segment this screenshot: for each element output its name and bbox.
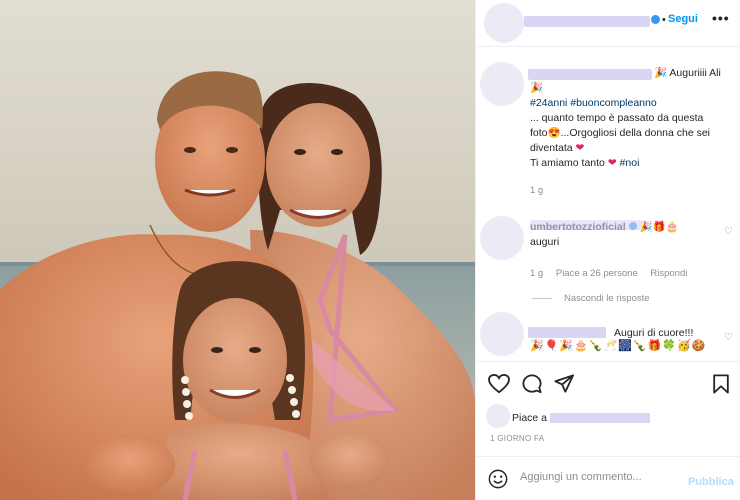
add-comment-bar: Pubblica xyxy=(476,456,740,500)
comment-1-likes-link[interactable]: Piace a 26 persone xyxy=(556,268,638,279)
follow-button[interactable]: Segui xyxy=(668,13,698,25)
post-caption: 🎉 Auguriiii Ali 🎉 #24anni #buoncompleann… xyxy=(530,66,735,198)
like-heart-icon[interactable] xyxy=(488,374,510,394)
cake-icon: 🎂 xyxy=(665,221,679,233)
save-bookmark-icon[interactable] xyxy=(712,374,730,394)
caption-line2-rest: ...Orgogliosi della donna che sei xyxy=(560,127,711,139)
post-actions-bar xyxy=(476,361,740,407)
caption-line2: foto xyxy=(530,127,548,139)
red-heart-icon: ❤ xyxy=(575,142,585,154)
caption-line4: Ti amiamo tanto xyxy=(530,157,605,169)
comment-2-text: Auguri di cuore!!! xyxy=(614,327,694,339)
family-beach-photo xyxy=(0,0,475,500)
post-timestamp: 1 GIORNO FA xyxy=(490,434,545,443)
comment-username-redacted xyxy=(530,220,642,230)
add-comment-input[interactable] xyxy=(520,471,680,483)
author-avatar[interactable] xyxy=(484,3,524,43)
likes-redacted xyxy=(549,413,650,424)
author-username-redacted[interactable] xyxy=(524,16,650,27)
comment-1-like-heart-icon[interactable]: ♡ xyxy=(724,226,733,237)
comment-avatar[interactable] xyxy=(480,216,524,260)
caption-line3: diventata xyxy=(530,142,573,154)
caption-line1: ... quanto tempo è passato da questa xyxy=(530,112,704,124)
share-send-icon[interactable] xyxy=(554,374,574,394)
party-popper-icon: 🎉 xyxy=(654,67,668,79)
verified-badge-icon xyxy=(651,15,660,24)
emoji-smiley-icon[interactable] xyxy=(488,469,508,489)
liker-avatar[interactable] xyxy=(486,404,510,428)
publish-button[interactable]: Pubblica xyxy=(688,476,734,488)
hide-replies-link[interactable]: Nascondi le risposte xyxy=(532,293,650,304)
comment-1-reply-button[interactable]: Rispondi xyxy=(650,268,687,279)
caption-hashtags[interactable]: #24anni #buoncompleanno xyxy=(530,97,657,109)
comment-2-emoji-row: 🎉🎈🎉🎂🍾🥂🎆🍾🎁🍀🥳🍪 xyxy=(530,340,707,352)
post-header: • Segui ••• xyxy=(476,0,740,47)
more-options-icon[interactable]: ••• xyxy=(712,10,730,26)
post-photo[interactable] xyxy=(0,0,475,500)
comment-2-like-heart-icon[interactable]: ♡ xyxy=(724,332,733,343)
heart-eyes-icon: 😍 xyxy=(547,127,561,139)
likes-summary: Piace a xyxy=(476,402,740,432)
comments-scroll-area[interactable]: 🎉 Auguriiii Ali 🎉 #24anni #buoncompleann… xyxy=(476,48,740,360)
likes-prefix: Piace a xyxy=(512,412,548,424)
red-heart-icon: ❤ xyxy=(607,157,617,169)
comment-avatar[interactable] xyxy=(480,312,524,356)
likes-text[interactable]: Piace a xyxy=(512,412,650,424)
comment-bubble-icon[interactable] xyxy=(522,374,542,394)
comment-1-age: 1 g xyxy=(530,268,544,279)
comment-1-text: auguri xyxy=(530,236,560,248)
caption-author-avatar[interactable] xyxy=(480,62,524,106)
gift-icon: 🎁 xyxy=(652,221,666,233)
caption-age: 1 g xyxy=(530,185,544,196)
hashtag-noi[interactable]: #noi xyxy=(620,157,640,169)
header-separator: • xyxy=(662,14,666,26)
party-popper-icon: 🎉 xyxy=(530,82,544,94)
post-side-panel: • Segui ••• 🎉 Auguriiii Ali 🎉 #24anni #b… xyxy=(475,0,740,500)
caption-title: Auguriiii Ali xyxy=(669,67,721,79)
